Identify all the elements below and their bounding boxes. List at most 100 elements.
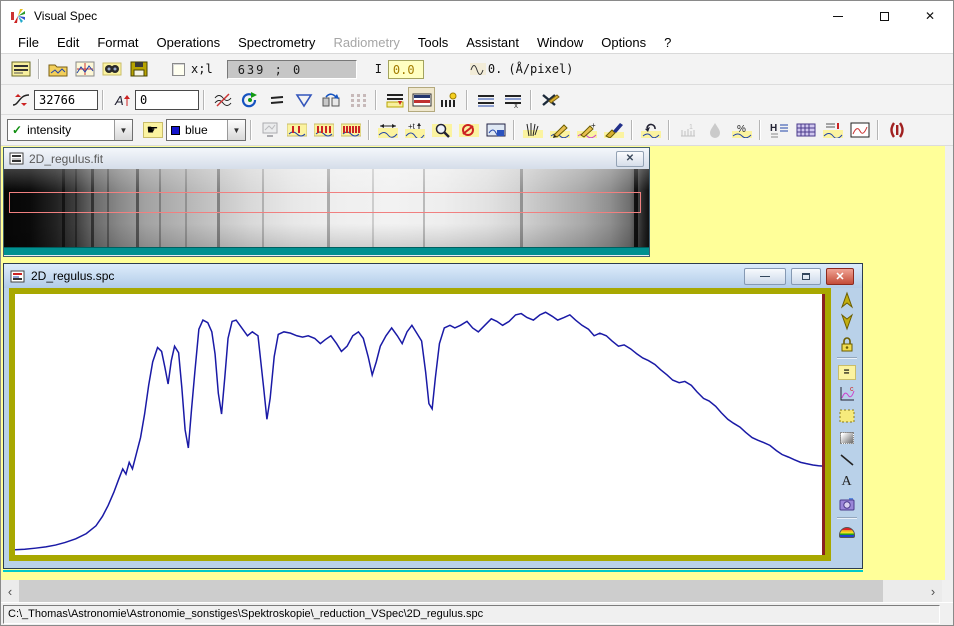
browse-profiles-button[interactable] [98, 57, 125, 82]
spc-window[interactable]: 2D_regulus.spc ✕ [3, 263, 863, 569]
select-one-line-icon [287, 122, 307, 138]
spc-window-titlebar[interactable]: 2D_regulus.spc ✕ [4, 264, 862, 288]
menu-tools[interactable]: Tools [409, 33, 457, 52]
equals-button[interactable]: = [834, 361, 859, 383]
min-intensity-input[interactable] [135, 90, 199, 110]
nav-down-button[interactable] [834, 311, 859, 333]
close-icon: ✕ [835, 270, 844, 283]
equalize-button[interactable] [263, 87, 290, 112]
gradient-nabla-button[interactable] [290, 87, 317, 112]
export-pen-button[interactable] [536, 87, 563, 112]
spc-minimize-button[interactable] [744, 268, 786, 285]
offset-button[interactable]: A [108, 87, 135, 112]
caption-buttons: ✕ [815, 1, 953, 31]
minimize-button[interactable] [815, 1, 861, 31]
swap-images-button[interactable] [317, 87, 344, 112]
horizontal-scrollbar[interactable]: ‹ › [1, 580, 942, 602]
text-tool-button[interactable]: A [834, 471, 859, 493]
brush-clean-button[interactable] [600, 118, 627, 143]
cut-profile-button[interactable] [209, 87, 236, 112]
shift-curve-button[interactable]: +t [401, 118, 428, 143]
fit-close-button[interactable]: ✕ [616, 151, 644, 167]
dropdown-arrow-icon[interactable]: ▼ [114, 120, 132, 140]
select-two-lines-button[interactable] [310, 118, 337, 143]
titlebar[interactable]: Visual Spec ✕ [1, 1, 953, 31]
fit-window-titlebar[interactable]: 2D_regulus.fit ✕ [4, 148, 649, 169]
line-list-button[interactable] [819, 118, 846, 143]
unzoom-button[interactable] [455, 118, 482, 143]
series-manager-button[interactable] [7, 57, 34, 82]
pen-color-select[interactable]: blue ▼ [166, 119, 246, 141]
double-line-remove-button[interactable]: x [499, 87, 526, 112]
overlay-profiles-button[interactable] [381, 87, 408, 112]
barcode-reference-button[interactable] [435, 87, 462, 112]
undo-curve-button[interactable] [637, 118, 664, 143]
fit-bottom-bar[interactable] [4, 247, 649, 255]
menu-operations[interactable]: Operations [148, 33, 230, 52]
menu-format[interactable]: Format [88, 33, 147, 52]
max-intensity-input[interactable] [34, 90, 98, 110]
dropdown-arrow-icon[interactable]: ▼ [227, 120, 245, 140]
gain-curve-button[interactable] [7, 87, 34, 112]
coord-checkbox[interactable] [172, 63, 185, 76]
close-button[interactable]: ✕ [907, 1, 953, 31]
close-icon: ✕ [925, 9, 935, 23]
menu-options[interactable]: Options [592, 33, 655, 52]
comb-cut-button[interactable] [519, 118, 546, 143]
display-mode-select[interactable]: ✓intensity ▼ [7, 119, 133, 141]
spectrum-curve [15, 312, 825, 550]
maximize-button[interactable] [861, 1, 907, 31]
scrollbar-track[interactable] [883, 580, 924, 602]
cursor-intensity-display: 0.0 [388, 60, 424, 79]
pencil-draw-button[interactable] [546, 118, 573, 143]
camera-button[interactable] [834, 493, 859, 515]
separator [631, 120, 633, 140]
audio-button[interactable] [883, 118, 910, 143]
spc-close-button[interactable]: ✕ [826, 268, 854, 285]
nav-up-button[interactable] [834, 289, 859, 311]
rotate-button[interactable] [236, 87, 263, 112]
save-button[interactable] [125, 57, 152, 82]
periodic-table-button[interactable] [792, 118, 819, 143]
crop-region-button[interactable] [482, 118, 509, 143]
spectrum-strip-image[interactable] [4, 169, 649, 247]
lock-icon [838, 335, 856, 353]
chart-button[interactable]: c [834, 383, 859, 405]
rainbow-button[interactable] [834, 521, 859, 543]
stretch-curve-button[interactable] [374, 118, 401, 143]
pencil-add-button[interactable]: + [573, 118, 600, 143]
line-tool-button[interactable] [834, 449, 859, 471]
menu-assistant[interactable]: Assistant [457, 33, 528, 52]
double-line-button[interactable] [472, 87, 499, 112]
percent-curve-button[interactable]: % [728, 118, 755, 143]
open-button[interactable] [44, 57, 71, 82]
gradient-square-button[interactable] [834, 427, 859, 449]
profile-frame-button[interactable] [846, 118, 873, 143]
menu-window[interactable]: Window [528, 33, 592, 52]
cursor-coordinates-display: 639 ; 0 [227, 60, 357, 79]
toolbar-intensity: A [1, 85, 953, 115]
scroll-right-button[interactable]: › [924, 580, 942, 602]
select-one-line-button[interactable] [283, 118, 310, 143]
undo-curve-icon [641, 122, 661, 138]
dashed-square-button[interactable] [834, 405, 859, 427]
lock-button[interactable] [834, 333, 859, 355]
binning-zone-rect[interactable] [9, 192, 641, 212]
display-profile-button[interactable] [71, 57, 98, 82]
hand-pick-button[interactable]: ☛ [139, 118, 166, 143]
spc-restore-button[interactable] [791, 268, 821, 285]
spectrum-plot[interactable] [9, 288, 831, 561]
element-lines-button[interactable]: H [765, 118, 792, 143]
zoom-button[interactable] [428, 118, 455, 143]
offset-a-icon: A [113, 92, 131, 108]
menu-help[interactable]: ? [655, 33, 680, 52]
hand-pick-icon: ☛ [143, 122, 163, 138]
scroll-left-button[interactable]: ‹ [1, 580, 19, 602]
colorize-flag-button[interactable] [408, 87, 435, 112]
scrollbar-thumb[interactable] [19, 580, 883, 602]
menu-file[interactable]: File [9, 33, 48, 52]
fit-window[interactable]: 2D_regulus.fit ✕ [3, 147, 650, 257]
menu-edit[interactable]: Edit [48, 33, 88, 52]
select-three-lines-button[interactable] [337, 118, 364, 143]
menu-spectrometry[interactable]: Spectrometry [229, 33, 324, 52]
